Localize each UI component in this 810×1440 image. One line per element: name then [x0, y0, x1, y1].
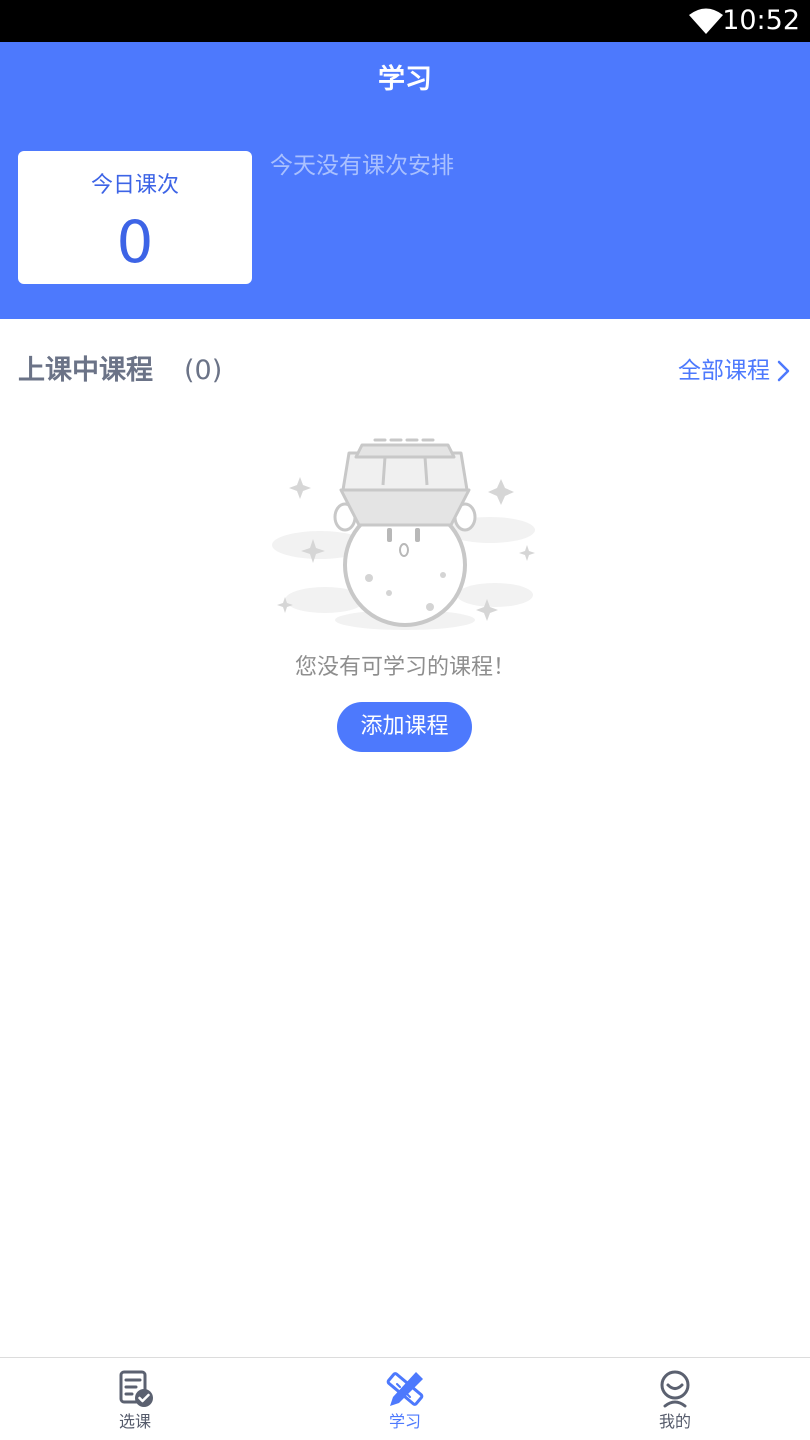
all-courses-label: 全部课程 [678, 358, 770, 384]
status-bar: 10:52 [0, 0, 810, 42]
tab-label: 选课 [118, 1412, 151, 1431]
profile-icon [660, 1370, 690, 1408]
wifi-icon [689, 8, 723, 34]
today-lessons-card[interactable]: 今日课次 0 [18, 151, 252, 284]
course-list-icon [119, 1370, 153, 1407]
today-lessons-count: 0 [116, 208, 154, 276]
empty-moon-illustration [272, 438, 535, 630]
all-courses-link[interactable]: 全部课程 [678, 352, 792, 390]
tab-label: 学习 [388, 1412, 421, 1431]
no-schedule-message: 今天没有课次安排 [270, 153, 454, 179]
page-title: 学习 [378, 64, 432, 95]
tab-label: 我的 [658, 1412, 691, 1431]
pencil-ruler-icon [386, 1372, 424, 1406]
empty-state-message: 您没有可学习的课程！ [294, 655, 515, 680]
status-time: 10:52 [722, 5, 800, 36]
today-lessons-label: 今日课次 [90, 173, 179, 198]
section-title: 上课中课程 [18, 355, 153, 386]
tab-select-course[interactable]: 选课 [0, 1358, 270, 1440]
tab-profile[interactable]: 我的 [540, 1358, 810, 1440]
add-course-button[interactable]: 添加课程 [337, 702, 472, 752]
chevron-right-icon [777, 360, 790, 382]
tab-bar: 选课 学习 我的 [0, 1357, 810, 1440]
tab-study[interactable]: 学习 [270, 1358, 540, 1440]
section-count: (0) [184, 355, 223, 386]
header: 学习 今日课次 0 今天没有课次安排 [0, 42, 810, 319]
